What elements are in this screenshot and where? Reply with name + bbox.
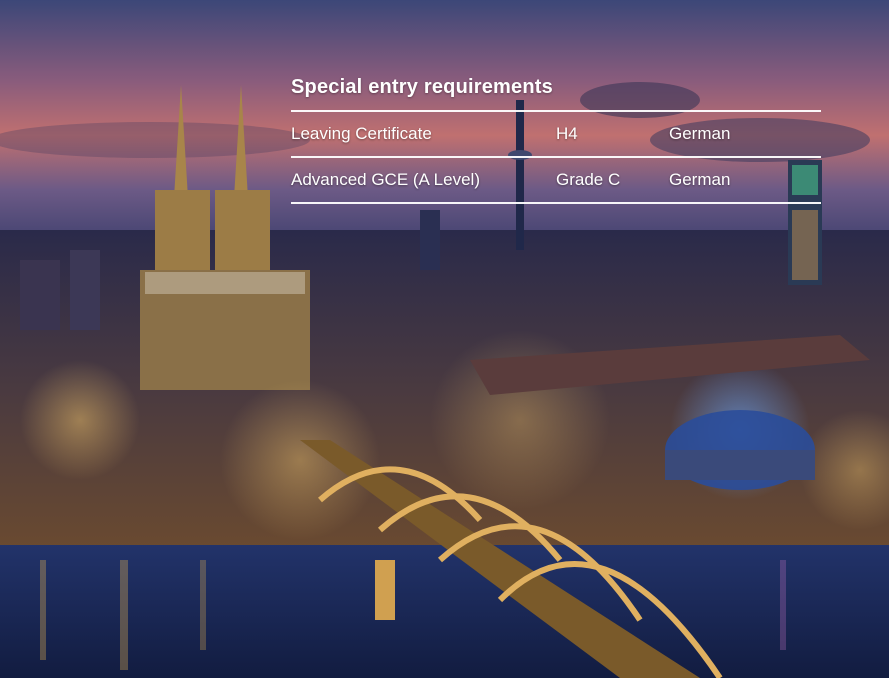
qualification-cell: Advanced GCE (A Level) [291, 170, 480, 189]
divider [291, 110, 821, 112]
subject-cell: German [669, 170, 731, 189]
table-row: Leaving Certificate H4 German [291, 112, 821, 156]
grade-cell: Grade C [556, 170, 621, 189]
qualification-cell: Leaving Certificate [291, 124, 432, 143]
table-row: Advanced GCE (A Level) Grade C German [291, 158, 821, 202]
divider [291, 156, 821, 158]
entry-requirements-panel: Special entry requirements Leaving Certi… [291, 72, 821, 204]
grade-cell: H4 [556, 124, 578, 143]
subject-cell: German [669, 124, 731, 143]
divider [291, 202, 821, 204]
section-title: Special entry requirements [291, 76, 553, 98]
